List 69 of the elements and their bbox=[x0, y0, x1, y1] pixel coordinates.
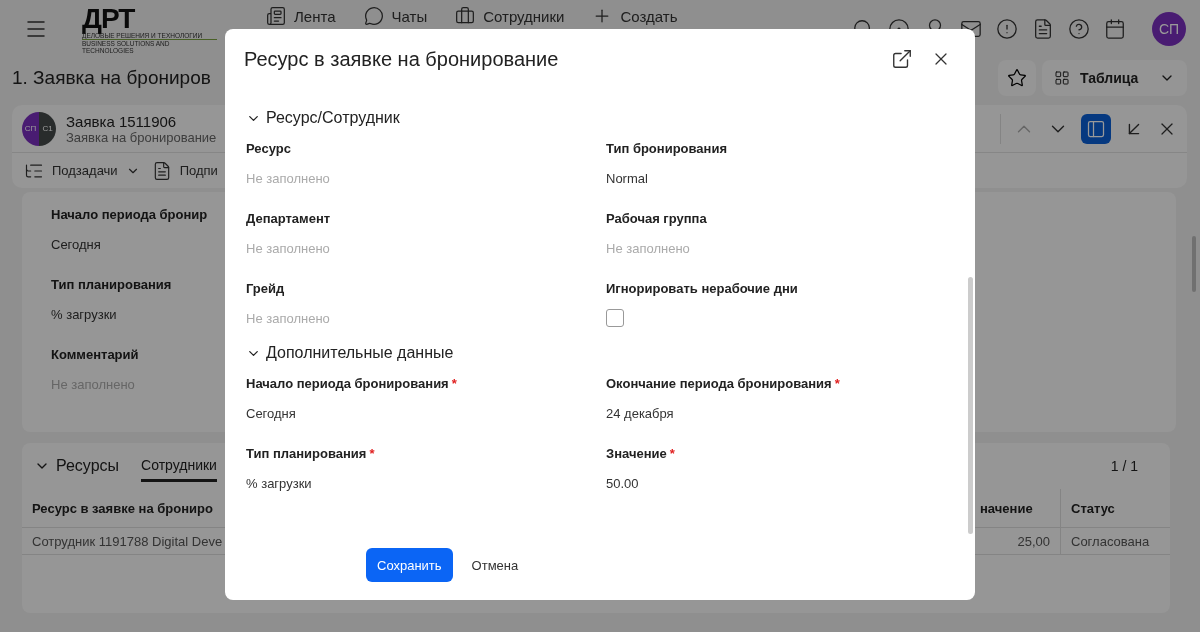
field-label: Ресурс bbox=[246, 140, 291, 158]
field-label: Тип бронирования bbox=[606, 140, 728, 158]
cancel-button[interactable]: Отмена bbox=[470, 548, 520, 582]
table-cell-text: 25,00 bbox=[1016, 532, 1051, 551]
alert-icon[interactable] bbox=[996, 18, 1018, 40]
column-header: Статус bbox=[1060, 489, 1170, 527]
chat-icon bbox=[363, 6, 384, 26]
field-label: Окончание периода бронирования bbox=[606, 375, 832, 393]
column-header: начение bbox=[979, 499, 1034, 518]
favorite-button[interactable] bbox=[998, 60, 1036, 96]
nav-link[interactable]: Создать bbox=[592, 6, 678, 26]
calendar-icon[interactable] bbox=[1104, 18, 1126, 40]
user-avatar[interactable]: СП bbox=[1152, 12, 1186, 46]
record-subtitle: Заявка на бронирование bbox=[66, 129, 217, 145]
required-asterisk: * bbox=[369, 445, 375, 463]
grid-icon bbox=[1054, 70, 1070, 86]
page-title: 1. Заявка на брониров bbox=[12, 67, 211, 89]
column-header: Ресурс в заявке на брониро bbox=[31, 499, 214, 518]
table-cell-text: Сотрудник 1191788 Digital Deve bbox=[31, 532, 224, 551]
checkbox[interactable] bbox=[606, 309, 624, 327]
open-external-icon[interactable] bbox=[891, 48, 913, 70]
field-label: Значение bbox=[606, 445, 667, 463]
required-asterisk: * bbox=[669, 445, 675, 463]
field-label: Начало периода бронир bbox=[51, 206, 208, 224]
field-value: Normal bbox=[606, 170, 648, 188]
field-label: Тип планирования bbox=[246, 445, 367, 463]
field-value: Не заполнено bbox=[606, 240, 690, 258]
star-icon bbox=[1007, 68, 1027, 88]
nav-link[interactable]: Чаты bbox=[363, 6, 428, 26]
field-label: Тип планирования bbox=[51, 276, 172, 294]
field-value: % загрузки bbox=[246, 475, 312, 493]
dialog-title: Ресурс в заявке на бронирование bbox=[244, 47, 560, 71]
tablet-icon bbox=[266, 6, 286, 26]
section-toggle[interactable]: Ресурсы bbox=[34, 457, 120, 475]
briefcase-icon bbox=[455, 6, 476, 26]
field-value: 24 декабря bbox=[606, 405, 674, 423]
section-toggle[interactable]: Дополнительные данные bbox=[246, 338, 454, 368]
field-label: Комментарий bbox=[51, 346, 139, 364]
required-asterisk: * bbox=[451, 375, 457, 393]
field-value: % загрузки bbox=[51, 306, 117, 324]
required-asterisk: * bbox=[834, 375, 840, 393]
field-label: Начало периода бронирования bbox=[246, 375, 449, 393]
field-value: Не заполнено bbox=[246, 310, 330, 328]
panel-icon bbox=[1086, 118, 1106, 139]
panel-view-button[interactable] bbox=[1081, 113, 1111, 144]
field-value: Сегодня bbox=[246, 405, 296, 423]
field-value: Сегодня bbox=[51, 236, 101, 254]
document-icon[interactable] bbox=[1032, 18, 1054, 40]
field-value: Не заполнено bbox=[246, 240, 330, 258]
nav-link[interactable]: Лента bbox=[266, 6, 336, 26]
save-button[interactable]: Сохранить bbox=[366, 548, 453, 582]
table-cell: Согласована bbox=[1060, 528, 1170, 554]
field-value: 50.00 bbox=[606, 475, 639, 493]
field-label: Департамент bbox=[246, 210, 331, 228]
field-label: Рабочая группа bbox=[606, 210, 707, 228]
toolbar-button[interactable]: Подпи bbox=[151, 160, 218, 181]
view-select[interactable]: Таблица bbox=[1042, 60, 1187, 96]
nav-link[interactable]: Сотрудники bbox=[455, 6, 565, 26]
pager: 1 / 1 bbox=[1110, 458, 1138, 474]
toolbar-button[interactable]: Подзадачи bbox=[24, 160, 140, 181]
field-label: Игнорировать нерабочие дни bbox=[606, 280, 798, 298]
field-value: Не заполнено bbox=[246, 170, 330, 188]
record-title: Заявка 1511906 bbox=[66, 112, 177, 130]
section-toggle[interactable]: Ресурс/Сотрудник bbox=[246, 103, 400, 133]
field-label: Грейд bbox=[246, 280, 285, 298]
tab[interactable]: Сотрудники bbox=[141, 450, 217, 482]
avatar-pair: СП С1 bbox=[22, 111, 56, 146]
help-icon[interactable] bbox=[1068, 18, 1090, 40]
scrollbar-thumb[interactable] bbox=[968, 277, 973, 534]
